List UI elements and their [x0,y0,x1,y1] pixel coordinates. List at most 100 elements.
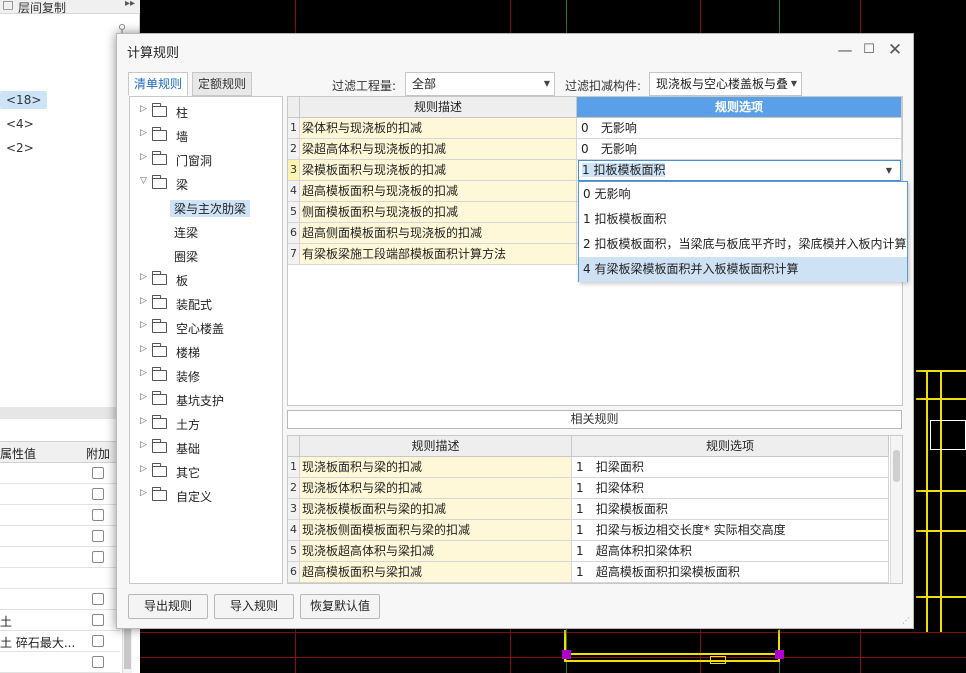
tree-node-earthwork[interactable]: ▷ 土方 [130,413,282,435]
chevron-right-icon[interactable]: ▷ [140,392,147,402]
chevron-right-icon[interactable]: ▷ [140,104,147,114]
chevron-right-icon[interactable]: ▷ [140,272,147,282]
dropdown-option[interactable]: 4 有梁板梁模板面积并入板模板面积计算 [579,257,907,282]
option-text: 扣梁与板边相交长度* 实际相交高度 [595,523,786,537]
property-row [0,568,120,589]
chevron-right-icon[interactable]: ▷ [140,368,147,378]
attach-checkbox[interactable] [92,509,104,521]
rule-description[interactable]: 超高侧面模板面积与现浇板的扣减 [300,223,577,244]
related-option[interactable]: 1 超高模板面积扣梁模板面积 [572,562,889,583]
rule-description[interactable]: 梁体积与现浇板的扣减 [300,118,577,139]
tab-quota-rules[interactable]: 定额规则 [192,72,252,96]
related-option[interactable]: 1 扣梁面积 [572,457,889,478]
close-icon[interactable]: ✕ [887,42,903,59]
chevron-right-icon[interactable]: ▷ [140,296,147,306]
row-number: 3 [288,499,300,520]
tree-node-custom[interactable]: ▷ 自定义 [130,485,282,507]
tree-node-wall[interactable]: ▷ 墙 [130,125,282,147]
component-tree: ▷ 柱 ▷ 墙 ▷ 门窗洞 ▽ 梁 梁与主次肋梁 连梁 圈梁 ▷ 板 ▷ 装配式 ▷ 空心楼盖… [129,96,283,584]
rule-description[interactable]: 超高模板面积与现浇板的扣减 [300,181,577,202]
tree-node-other[interactable]: ▷ 其它 [130,461,282,483]
chevron-right-icon[interactable]: ▷ [140,464,147,474]
rule-description[interactable]: 有梁板梁施工段端部模板面积计算方法 [300,244,577,265]
property-row: 土 碎石最大... [0,631,120,652]
tree-node-slab[interactable]: ▷ 板 [130,269,282,291]
row-number: 5 [288,541,300,562]
tree-node-stair[interactable]: ▷ 楼梯 [130,341,282,363]
tree-node-prefab[interactable]: ▷ 装配式 [130,293,282,315]
tree-node-pit-support[interactable]: ▷ 基坑支护 [130,389,282,411]
scroll-thumb[interactable] [893,450,900,482]
tree-node-coupling-beam[interactable]: 连梁 [130,221,282,243]
attach-checkbox[interactable] [92,551,104,563]
chevron-down-icon[interactable]: ▽ [140,176,147,186]
chevron-right-icon[interactable]: ▷ [140,416,147,426]
rule-option[interactable]: 0 无影响 [577,139,902,160]
related-table-scrollbar[interactable] [890,436,902,583]
floor-item[interactable]: <18> [0,91,48,109]
tab-bill-rules[interactable]: 清单规则 [128,72,188,96]
chevron-right-icon[interactable]: ▷ [140,320,147,330]
rule-description[interactable]: 侧面模板面积与现浇板的扣减 [300,202,577,223]
option-code: 1 [576,544,584,558]
minimize-icon[interactable]: — [837,42,853,58]
related-option[interactable]: 1 超高体积扣梁体积 [572,541,889,562]
attach-checkbox[interactable] [92,656,104,668]
resize-grip-icon[interactable]: ⋰ [902,617,910,625]
restore-defaults-button[interactable]: 恢复默认值 [300,594,380,619]
maximize-icon[interactable]: ☐ [861,42,877,58]
option-text: 扣梁面积 [595,460,644,474]
attach-checkbox[interactable] [92,614,104,626]
floor-item[interactable]: <4> [0,115,40,133]
tree-node-foundation[interactable]: ▷ 基础 [130,437,282,459]
chevron-down-icon[interactable]: ▼ [886,161,892,180]
related-description[interactable]: 超高模板面积与梁扣减 [300,562,572,583]
attach-checkbox[interactable] [92,530,104,542]
rule-option-select[interactable]: 1 扣板模板面积 ▼ [578,160,901,181]
attach-checkbox[interactable] [92,467,104,479]
related-description[interactable]: 现浇板超高体积与梁扣减 [300,541,572,562]
dropdown-option[interactable]: 1 扣板模板面积 [579,207,907,232]
floor-item[interactable]: <2> [0,139,40,157]
folder-icon [152,151,167,165]
related-description[interactable]: 现浇板侧面模板面积与梁的扣减 [300,520,572,541]
beam-line [916,490,966,492]
tree-node-decoration[interactable]: ▷ 装修 [130,365,282,387]
chevron-right-icon[interactable]: ▷ [140,152,147,162]
attach-header: 附加 [86,447,111,461]
related-description[interactable]: 现浇板面积与梁的扣减 [300,457,572,478]
export-rules-button[interactable]: 导出规则 [128,594,208,619]
expand-icon[interactable]: ▸▸ [125,0,135,9]
tree-node-hollow-floor[interactable]: ▷ 空心楼盖 [130,317,282,339]
related-description[interactable]: 现浇板体积与梁的扣减 [300,478,572,499]
tree-node-label: 墙 [176,130,189,144]
chevron-right-icon[interactable]: ▷ [140,488,147,498]
tree-node-ring-beam[interactable]: 圈梁 [130,245,282,267]
dropdown-option[interactable]: 0 无影响 [579,182,907,207]
tree-node-beam[interactable]: ▽ 梁 [130,173,282,195]
tree-node-beam-main-secondary[interactable]: 梁与主次肋梁 [130,197,282,219]
rule-option[interactable]: 0 无影响 [577,118,902,139]
rule-description[interactable]: 梁超高体积与现浇板的扣减 [300,139,577,160]
attach-checkbox[interactable] [92,635,104,647]
dropdown-option[interactable]: 2 扣板模板面积，当梁底与板底平齐时，梁底模并入板内计算 [579,232,907,257]
related-option[interactable]: 1 扣梁模板面积 [572,499,889,520]
filter-component-select[interactable]: 现浇板与空心楼盖板与叠 ▼ [649,72,802,96]
related-option[interactable]: 1 扣梁与板边相交长度* 实际相交高度 [572,520,889,541]
attach-checkbox[interactable] [92,593,104,605]
related-option[interactable]: 1 扣梁体积 [572,478,889,499]
import-rules-button[interactable]: 导入规则 [214,594,294,619]
chevron-right-icon[interactable]: ▷ [140,440,147,450]
related-description[interactable]: 现浇板模板面积与梁的扣减 [300,499,572,520]
grip-point[interactable] [775,650,784,659]
grip-point[interactable] [562,650,571,659]
filter-quantity-select[interactable]: 全部 ▼ [405,72,555,96]
tree-node-column[interactable]: ▷ 柱 [130,101,282,123]
chevron-right-icon[interactable]: ▷ [140,344,147,354]
tree-node-door-window[interactable]: ▷ 门窗洞 [130,149,282,171]
rule-description[interactable]: 梁模板面积与现浇板的扣减 [300,160,577,181]
layer-copy-bar[interactable]: 层间复制 ▸▸ [0,0,140,15]
option-code: 1 [576,502,584,516]
chevron-right-icon[interactable]: ▷ [140,128,147,138]
attach-checkbox[interactable] [92,488,104,500]
